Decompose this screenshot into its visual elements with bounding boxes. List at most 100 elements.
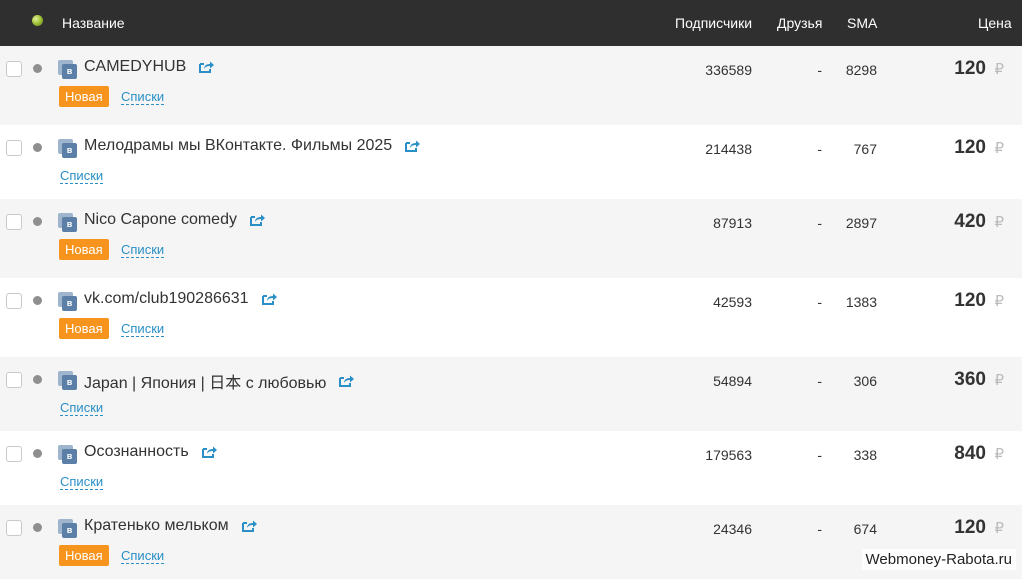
status-dot-icon xyxy=(33,217,42,226)
lists-link[interactable]: Списки xyxy=(60,475,104,490)
channel-title-link[interactable]: vk.com/club190286631 xyxy=(84,290,277,308)
price-value: 120 xyxy=(954,58,986,79)
friends-count: - xyxy=(817,447,822,463)
external-share-icon[interactable] xyxy=(241,519,257,533)
header-name[interactable]: Название xyxy=(62,15,125,31)
lists-link[interactable]: Списки xyxy=(121,243,165,258)
row-checkbox[interactable] xyxy=(6,446,22,462)
ruble-icon: ₽ xyxy=(994,446,1004,463)
external-share-icon[interactable] xyxy=(404,139,421,153)
channel-title-link[interactable]: Nico Capone comedy xyxy=(84,211,265,229)
vk-icon: в xyxy=(58,519,77,538)
status-ball-icon xyxy=(32,15,43,26)
subscribers-count: 54894 xyxy=(713,373,752,389)
price-value: 840 xyxy=(954,443,986,464)
external-share-icon[interactable] xyxy=(198,60,215,74)
sma-value: 674 xyxy=(853,521,877,537)
row-checkbox[interactable] xyxy=(6,520,22,536)
channel-title[interactable]: Осознанность xyxy=(84,443,189,461)
vk-icon: в xyxy=(58,60,77,79)
table-row[interactable]: в vk.com/club190286631 42593 - 1383 120 ₽ Новая… xyxy=(0,278,1022,357)
channel-title-link[interactable]: Japan | Япония | 日本 с любовью xyxy=(84,369,355,393)
row-checkbox[interactable] xyxy=(6,140,22,156)
vk-icon: в xyxy=(58,371,77,390)
channel-title[interactable]: vk.com/club190286631 xyxy=(84,290,249,308)
header-price[interactable]: Цена xyxy=(978,15,1012,31)
subscribers-count: 179563 xyxy=(705,447,752,463)
new-badge: Новая xyxy=(59,318,109,339)
friends-count: - xyxy=(817,373,822,389)
channel-title[interactable]: CAMEDYHUB xyxy=(84,58,186,76)
sma-value: 767 xyxy=(853,141,877,157)
channel-title-link[interactable]: CAMEDYHUB xyxy=(84,58,215,76)
sma-value: 306 xyxy=(853,373,877,389)
vk-icon: в xyxy=(58,445,77,464)
status-dot-icon xyxy=(33,64,42,73)
ruble-icon: ₽ xyxy=(994,214,1004,231)
table-row[interactable]: в CAMEDYHUB 336589 - 8298 120 ₽ Новая Списки xyxy=(0,46,1022,125)
vk-icon: в xyxy=(58,292,77,311)
status-dot-icon xyxy=(33,523,42,532)
vk-icon: в xyxy=(58,139,77,158)
table-row[interactable]: в Nico Capone comedy 87913 - 2897 420 ₽ Новая Сп… xyxy=(0,199,1022,278)
vk-icon: в xyxy=(58,213,77,232)
table-header: Название Подписчики Друзья SMA Цена xyxy=(0,0,1022,46)
lists-link[interactable]: Списки xyxy=(60,169,104,184)
ruble-icon: ₽ xyxy=(994,61,1004,78)
sma-value: 338 xyxy=(853,447,877,463)
price-value: 120 xyxy=(954,290,986,311)
price-value: 420 xyxy=(954,211,986,232)
external-share-icon[interactable] xyxy=(249,213,265,227)
subscribers-count: 87913 xyxy=(713,215,752,231)
channel-title-link[interactable]: Мелодрамы мы ВКонтакте. Фильмы 2025 xyxy=(84,137,421,155)
channel-title-link[interactable]: Осознанность xyxy=(84,443,217,461)
ruble-icon: ₽ xyxy=(994,140,1004,157)
sma-value: 2897 xyxy=(845,215,877,231)
subscribers-count: 24346 xyxy=(713,521,752,537)
header-friends[interactable]: Друзья xyxy=(777,15,822,31)
friends-count: - xyxy=(817,141,822,157)
status-dot-icon xyxy=(33,375,42,384)
table-row[interactable]: в Japan | Япония | 日本 с любовью 54894 - 306 3… xyxy=(0,357,1022,431)
sma-value: 1383 xyxy=(845,294,877,310)
subscribers-count: 214438 xyxy=(705,141,752,157)
lists-link[interactable]: Списки xyxy=(121,90,165,105)
channel-title[interactable]: Nico Capone comedy xyxy=(84,211,237,229)
status-dot-icon xyxy=(33,449,42,458)
new-badge: Новая xyxy=(59,86,109,107)
friends-count: - xyxy=(817,294,822,310)
channel-title[interactable]: Мелодрамы мы ВКонтакте. Фильмы 2025 xyxy=(84,137,392,155)
header-subscribers[interactable]: Подписчики xyxy=(675,15,752,31)
sma-value: 8298 xyxy=(845,62,877,78)
channel-title[interactable]: Кратенько мельком xyxy=(84,517,229,535)
row-checkbox[interactable] xyxy=(6,214,22,230)
watermark: Webmoney-Rabota.ru xyxy=(861,549,1016,570)
external-share-icon[interactable] xyxy=(261,292,277,306)
price-value: 120 xyxy=(954,517,986,538)
status-dot-icon xyxy=(33,296,42,305)
header-sma[interactable]: SMA xyxy=(847,15,877,31)
new-badge: Новая xyxy=(59,239,109,260)
table-row[interactable]: в Мелодрамы мы ВКонтакте. Фильмы 2025 2144… xyxy=(0,125,1022,199)
price-value: 120 xyxy=(954,137,986,158)
channel-title-link[interactable]: Кратенько мельком xyxy=(84,517,257,535)
channel-title[interactable]: Japan | Япония | 日本 с любовью xyxy=(84,369,326,393)
friends-count: - xyxy=(817,62,822,78)
friends-count: - xyxy=(817,521,822,537)
subscribers-count: 42593 xyxy=(713,294,752,310)
status-dot-icon xyxy=(33,143,42,152)
row-checkbox[interactable] xyxy=(6,61,22,77)
lists-link[interactable]: Списки xyxy=(121,322,165,337)
friends-count: - xyxy=(817,215,822,231)
price-value: 360 xyxy=(954,369,986,390)
lists-link[interactable]: Списки xyxy=(60,401,104,416)
row-checkbox[interactable] xyxy=(6,293,22,309)
ruble-icon: ₽ xyxy=(994,372,1004,389)
ruble-icon: ₽ xyxy=(994,520,1004,537)
table-row[interactable]: в Осознанность 179563 - 338 840 ₽ Списки xyxy=(0,431,1022,505)
lists-link[interactable]: Списки xyxy=(121,549,165,564)
external-share-icon[interactable] xyxy=(201,445,217,459)
external-share-icon[interactable] xyxy=(338,374,355,388)
subscribers-count: 336589 xyxy=(705,62,752,78)
row-checkbox[interactable] xyxy=(6,372,22,388)
